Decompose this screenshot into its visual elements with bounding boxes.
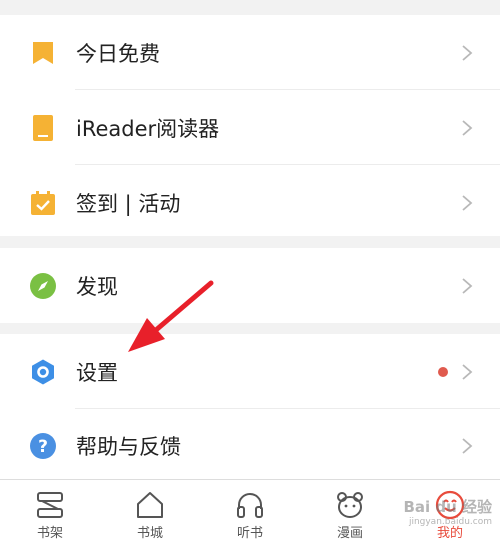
menu-item-settings[interactable]: 设置 — [0, 334, 500, 409]
nav-label: 书架 — [36, 526, 63, 541]
nav-label: 漫画 — [336, 526, 363, 541]
nav-item-audiobooks[interactable]: 听书 — [200, 480, 300, 545]
settings-hex-icon — [29, 358, 57, 386]
nav-item-bookstore[interactable]: 书城 — [100, 480, 200, 545]
menu-item-label: 帮助与反馈 — [76, 434, 181, 459]
menu-group-2: 发现 — [0, 248, 500, 323]
ereader-icon — [29, 114, 57, 142]
nav-item-comics[interactable]: 漫画 — [300, 480, 400, 545]
nav-label: 听书 — [236, 526, 263, 541]
menu-item-label: iReader阅读器 — [76, 116, 220, 141]
notification-badge — [438, 366, 448, 377]
menu-item-label: 今日免费 — [76, 41, 160, 66]
menu-item-label: 设置 — [76, 360, 118, 385]
chevron-right-icon — [462, 44, 473, 61]
help-icon: ? — [29, 432, 57, 460]
compass-icon — [29, 272, 57, 300]
chevron-right-icon — [462, 437, 473, 454]
chevron-right-icon — [462, 363, 473, 380]
menu-item-label: 发现 — [76, 274, 118, 299]
menu-group-1: 今日免费 iReader阅读器 签到 | 活动 — [0, 15, 500, 236]
bookmark-icon — [29, 39, 57, 67]
home-icon — [137, 492, 163, 518]
nav-item-bookshelf[interactable]: 书架 — [0, 480, 100, 545]
bookshelf-icon — [37, 492, 63, 518]
svg-text:?: ? — [38, 437, 48, 457]
bear-icon — [337, 492, 363, 518]
menu-item-label: 签到 | 活动 — [76, 191, 181, 216]
menu-item-checkin-activity[interactable]: 签到 | 活动 — [0, 165, 500, 240]
calendar-check-icon — [29, 189, 57, 217]
menu-item-help-feedback[interactable]: ? 帮助与反馈 — [0, 409, 500, 482]
chevron-right-icon — [462, 194, 473, 211]
menu-item-free-today[interactable]: 今日免费 — [0, 15, 500, 90]
watermark-main: Bai du 经验 — [403, 498, 492, 516]
baidu-watermark: Bai du 经验 jingyan.baidu.com — [403, 496, 492, 527]
menu-group-3: 设置 ? 帮助与反馈 — [0, 334, 500, 482]
chevron-right-icon — [462, 119, 473, 136]
headphones-icon — [237, 493, 263, 518]
menu-item-ireader[interactable]: iReader阅读器 — [0, 90, 500, 165]
nav-label: 书城 — [136, 526, 163, 541]
chevron-right-icon — [462, 277, 473, 294]
watermark-sub: jingyan.baidu.com — [408, 517, 492, 527]
menu-item-discover[interactable]: 发现 — [0, 248, 500, 323]
